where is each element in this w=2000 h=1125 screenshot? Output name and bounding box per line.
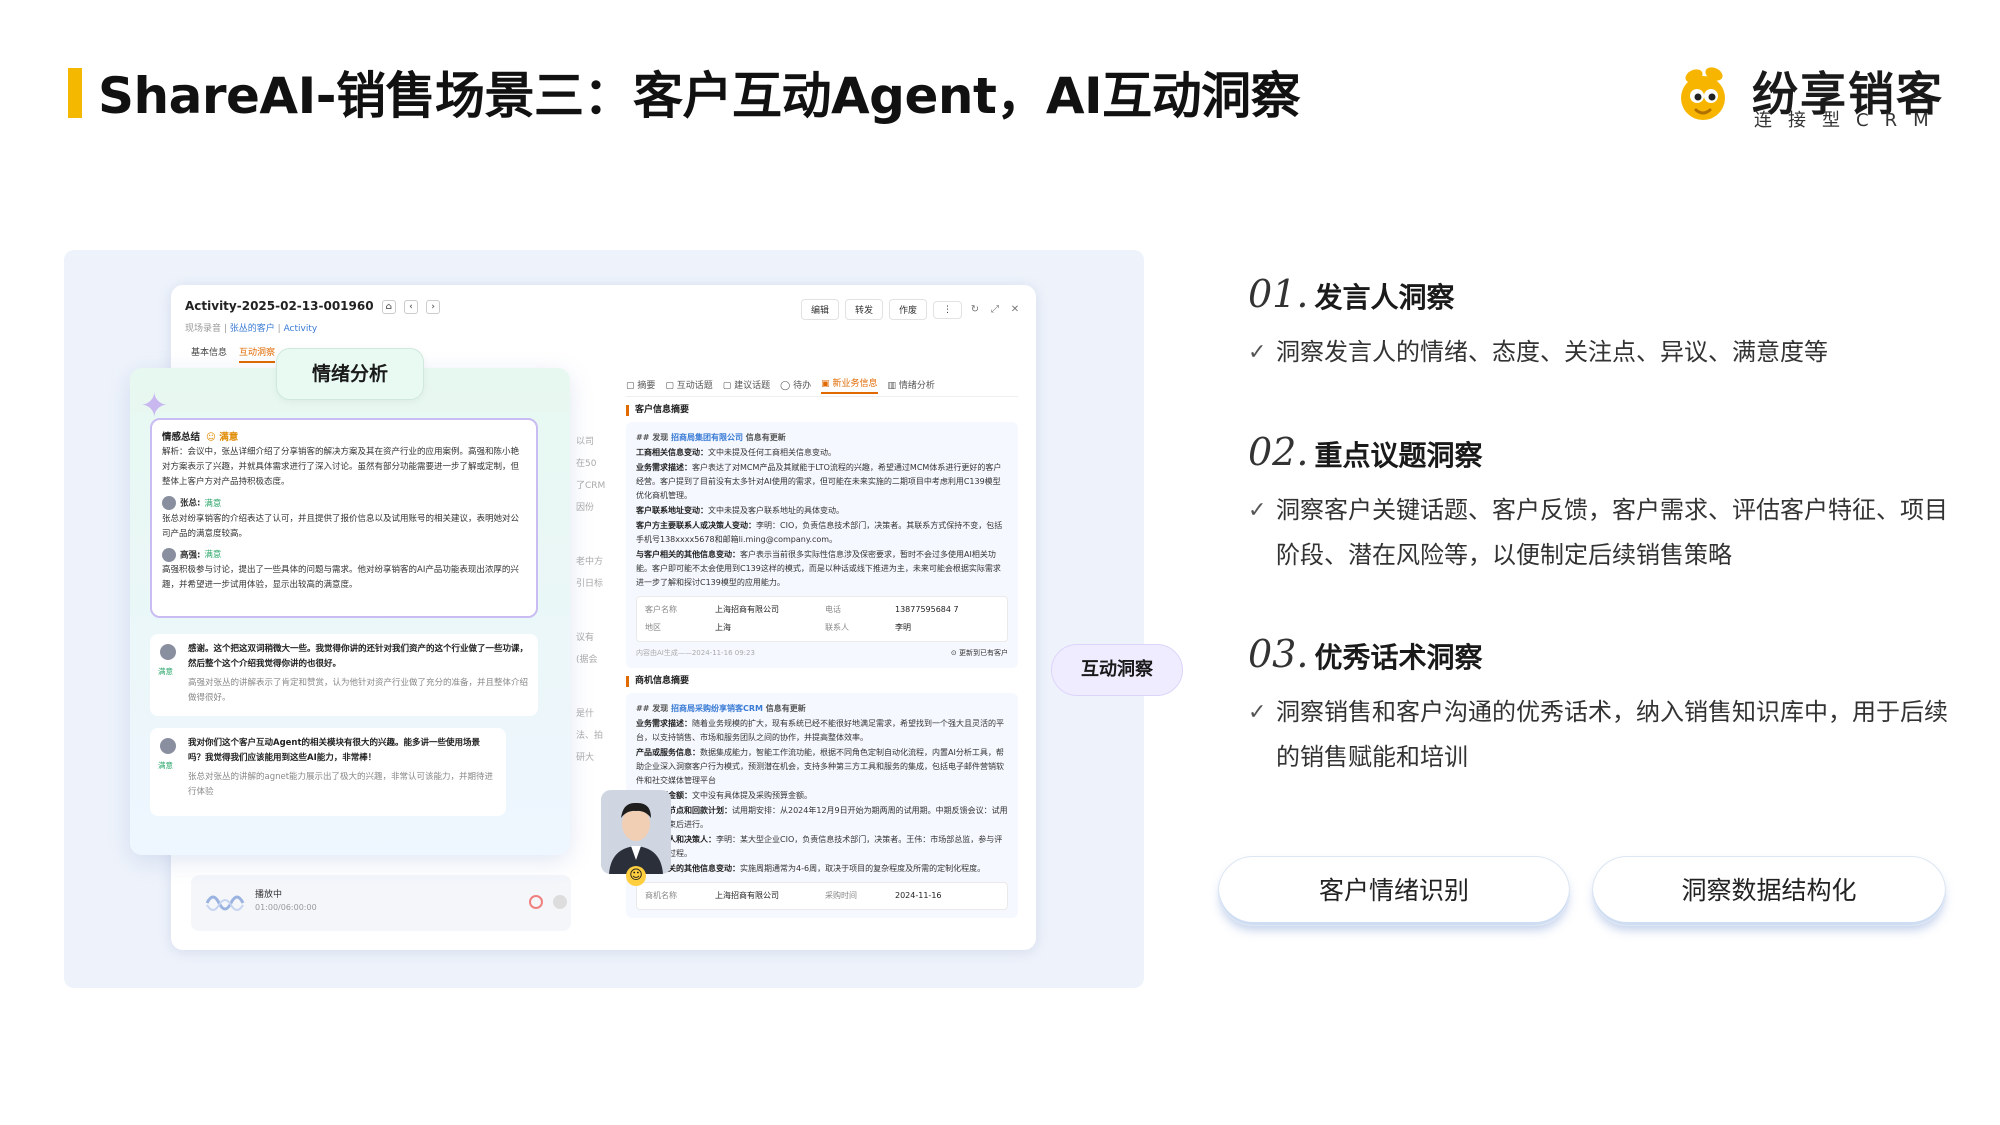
- avatar: [162, 496, 176, 510]
- tab-topics[interactable]: ▢ 互动话题: [665, 378, 712, 391]
- speaker-emotion-text: 张总对纷享销客的介绍表达了认可，并且提供了报价信息以及试用账号的相关建议，表明她…: [162, 513, 520, 539]
- opportunity-summary-card: ## 发现 招商局采购纷享销客CRM 信息有更新 业务需求描述：随着业务规模的扩…: [626, 693, 1018, 918]
- point-title: 优秀话术洞察: [1314, 641, 1483, 674]
- product-showcase: Activity-2025-02-13-001960 ⌂ ‹ › 现场录音 | …: [64, 250, 1183, 988]
- player-status: 播放中: [255, 890, 283, 900]
- structured-data-pill: 洞察数据结构化: [1592, 856, 1946, 926]
- salesperson-portrait: [601, 790, 671, 874]
- brand-logo: 纷享销客 连接型CRM: [1672, 58, 1962, 131]
- smile-emoji-icon: ☺: [626, 866, 646, 886]
- record-tabs: 基本信息 互动洞察: [191, 345, 276, 363]
- point-description: 洞察销售和客户沟通的优秀话术，纳入销售知识库中，用于后续的销售赋能和培训: [1276, 698, 1948, 771]
- emotion-recognition-pill: 客户情绪识别: [1218, 856, 1570, 926]
- avatar: [162, 547, 176, 562]
- update-customer-button[interactable]: ⊙ 更新到已有客户: [951, 646, 1008, 660]
- customer-info-grid: 客户名称 上海招商有限公司 电话 13877595684 7 地区 上海 联系人 李明: [636, 596, 1008, 642]
- point-number: 03.: [1248, 632, 1309, 676]
- point-description: 洞察发言人的情绪、态度、关注点、异议、满意度等: [1276, 338, 1828, 366]
- point-description: 洞察客户关键话题、客户反馈，客户需求、评估客户特征、项目阶段、潜在风险等，以便制…: [1276, 496, 1948, 569]
- check-icon: ✓: [1248, 700, 1267, 725]
- transcript-strip: 以司 在50 了CRM 因份 老中方 引日标 议有 (据会 是什 法、拍 研大: [576, 437, 606, 763]
- title-accent-bar: [68, 68, 82, 118]
- customer-summary-heading: 客户信息摘要: [626, 405, 1018, 416]
- edit-button[interactable]: 编辑: [800, 299, 839, 320]
- customer-summary-card: ## 发现 招商局集团有限公司 信息有更新 工商相关信息变动：文中未提及任何工商…: [626, 422, 1018, 668]
- more-button[interactable]: ⋮: [933, 300, 962, 319]
- tab-emotion-analysis[interactable]: ▥ 情绪分析: [888, 378, 935, 391]
- audio-wave-icon: [205, 895, 245, 911]
- tab-new-business-info[interactable]: ▣ 新业务信息: [821, 376, 878, 394]
- point-number: 01.: [1248, 272, 1309, 316]
- breadcrumb: 现场录音 | 张丛的客户 | Activity: [185, 324, 318, 334]
- tab-suggested-topics[interactable]: ▢ 建议话题: [723, 378, 770, 391]
- logo-subtitle: 连接型CRM: [1754, 110, 1945, 131]
- point-number: 02.: [1248, 430, 1309, 474]
- ai-generated-note: 内容由AI生成——2024-11-16 09:23: [636, 649, 755, 657]
- insight-pane: ▢ 摘要 ▢ 互动话题 ▢ 建议话题 ◯ 待办 ▣ 新业务信息 ▥ 情绪分析 客…: [626, 373, 1018, 941]
- avatar: [160, 644, 176, 660]
- tab-basic-info[interactable]: 基本信息: [191, 345, 227, 363]
- refresh-icon[interactable]: ↻: [968, 304, 982, 315]
- mood-badge: ☺ 满意: [206, 432, 239, 443]
- next-icon[interactable]: ›: [426, 299, 441, 314]
- check-icon: ✓: [1248, 498, 1267, 523]
- tab-interaction-insight[interactable]: 互动洞察: [239, 345, 276, 363]
- insight-tabs: ▢ 摘要 ▢ 互动话题 ▢ 建议话题 ◯ 待办 ▣ 新业务信息 ▥ 情绪分析: [626, 373, 1018, 397]
- chat-insight-item: 满意 感谢。这个把这双词稍微大一些。我觉得你讲的还针对我们资产的这个行业做了一些…: [150, 634, 538, 716]
- tab-summary[interactable]: ▢ 摘要: [626, 378, 655, 391]
- insight-point-2: 02. 重点议题洞察 ✓ 洞察客户关键话题、客户反馈，客户需求、评估客户特征、项目阶…: [1248, 430, 1948, 578]
- slide-title: ShareAI-销售场景三：客户互动Agent，AI互动洞察: [98, 67, 1301, 125]
- activity-title: Activity-2025-02-13-001960 ⌂ ‹ ›: [185, 299, 441, 314]
- interaction-insight-tag: 互动洞察: [1051, 644, 1183, 696]
- record-button[interactable]: [529, 895, 543, 909]
- emotion-analysis-tag: 情绪分析: [276, 348, 424, 400]
- void-button[interactable]: 作废: [888, 299, 927, 320]
- point-title: 重点议题洞察: [1314, 439, 1483, 472]
- audio-player: 播放中 01:00/06:00:00: [191, 875, 571, 931]
- avatar: [160, 738, 176, 754]
- speaker-emotion-text: 高强积极参与讨论，提出了一些具体的问题与需求。他对纷享销客的AI产品功能表现出浓…: [162, 565, 519, 590]
- window-header: Activity-2025-02-13-001960 ⌂ ‹ › 现场录音 | …: [185, 299, 1022, 349]
- summary-text: 解析：会议中，张丛详细介绍了分享销客的解决方案及其在资产行业的应用案例。高强和陈…: [162, 447, 520, 487]
- window-actions: 编辑 转发 作废 ⋮ ↻ ⤢ ✕: [800, 299, 1022, 320]
- forward-button[interactable]: 转发: [844, 299, 883, 320]
- close-icon[interactable]: ✕: [1008, 304, 1022, 315]
- fullscreen-icon[interactable]: ⤢: [988, 304, 1002, 315]
- opportunity-info-grid: 商机名称 上海招商有限公司 采购时间 2024-11-16: [636, 882, 1008, 910]
- bee-logo-icon: [1681, 67, 1725, 120]
- player-time: 01:00/06:00:00: [255, 903, 317, 912]
- insight-point-1: 01. 发言人洞察 ✓ 洞察发言人的情绪、态度、关注点、异议、满意度等: [1248, 272, 1948, 375]
- check-icon: ✓: [1248, 340, 1267, 365]
- insight-point-3: 03. 优秀话术洞察 ✓ 洞察销售和客户沟通的优秀话术，纳入销售知识库中，用于后续的…: [1248, 632, 1948, 780]
- prev-icon[interactable]: ‹: [403, 299, 418, 314]
- emotion-summary: 情感总结 ☺ 满意 解析：会议中，张丛详细介绍了分享销客的解决方案及其在资产行业的…: [150, 418, 538, 618]
- tab-todo[interactable]: ◯ 待办: [780, 378, 811, 391]
- person-icon: [601, 790, 671, 874]
- point-title: 发言人洞察: [1314, 281, 1455, 314]
- lock-icon[interactable]: ⌂: [381, 299, 396, 314]
- opportunity-summary-heading: 商机信息摘要: [626, 676, 1018, 687]
- chat-insight-item: 满意 我对你们这个客户互动Agent的相关模块有很大的兴趣。能多讲一些使用场景吗…: [150, 728, 506, 816]
- stop-button[interactable]: [553, 895, 567, 909]
